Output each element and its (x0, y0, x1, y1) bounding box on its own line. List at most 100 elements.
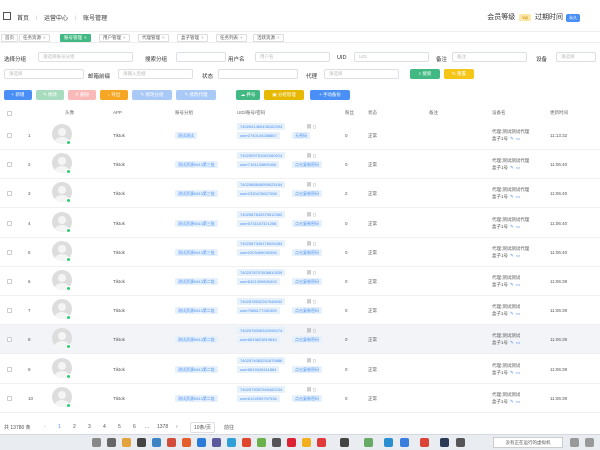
row-checkbox[interactable] (7, 366, 12, 372)
page-ellipsis[interactable]: ... (145, 424, 149, 430)
group-select[interactable]: 请选择账号分组 (38, 52, 133, 62)
app-icon[interactable] (257, 438, 266, 447)
row-checkbox[interactable] (7, 220, 12, 226)
row-checkbox[interactable] (7, 133, 12, 138)
reset-button[interactable]: ↻ 重置 (444, 69, 474, 79)
terminal-icon[interactable] (137, 438, 146, 447)
app-icon[interactable] (302, 438, 311, 447)
phone-icon[interactable]: ▯ (313, 153, 315, 159)
screen-icon[interactable]: ▭ (516, 253, 520, 258)
account-tag[interactable]: user6124959757936 (237, 394, 280, 402)
uid-tag[interactable]: 7402574083251875886 (237, 356, 286, 364)
backup-button[interactable]: + 手动备份 (310, 90, 350, 100)
tab-account-mgmt[interactable]: 账号管理 × (60, 34, 91, 42)
link-icon[interactable]: ⛓ (306, 387, 312, 393)
copy-password-tag[interactable]: 点击复制密码 (292, 394, 322, 402)
copy-password-tag[interactable]: 点击复制密码 (292, 307, 322, 315)
screen-icon[interactable]: ▭ (516, 194, 520, 199)
phone-icon[interactable]: ▯ (313, 124, 315, 130)
chrome-icon[interactable] (420, 438, 429, 447)
uid-tag[interactable]: 7402587843379512362 (237, 210, 286, 218)
group-manage-button[interactable]: ▣ 分组管理 (264, 90, 304, 100)
close-icon[interactable]: × (162, 35, 165, 40)
row-checkbox[interactable] (7, 308, 12, 314)
account-tag[interactable]: user7161135895406 (237, 161, 280, 169)
file-explorer-icon[interactable] (122, 438, 131, 447)
copy-password-tag[interactable]: 无密码 (292, 132, 310, 139)
uid-tag[interactable]: 7402578532267546542 (237, 298, 286, 306)
change-proxy-button[interactable]: ✎ 修改代理 (176, 90, 216, 100)
app-icon[interactable] (272, 438, 281, 447)
screen-icon[interactable]: ▭ (516, 282, 520, 287)
change-group-button[interactable]: ✎ 修改分组 (132, 90, 172, 100)
close-icon[interactable]: × (201, 35, 204, 40)
app-icon[interactable] (585, 438, 594, 447)
table-row[interactable]: 8 Tiktok 测试资源0813第二批 7402578006332098474 ⛓ ▯ u… (0, 325, 600, 355)
account-tag[interactable]: user7586177281559 (237, 307, 280, 315)
search-group-input[interactable] (176, 52, 226, 62)
tab-active-resources[interactable]: 活跃资源 × (253, 34, 284, 42)
row-checkbox[interactable] (7, 395, 12, 401)
vscode-icon[interactable] (197, 438, 206, 447)
phone-icon[interactable]: ▯ (313, 328, 315, 334)
mailbox-input[interactable]: 请输入后缀 (118, 69, 193, 79)
screen-icon[interactable]: ▭ (516, 311, 520, 316)
select-all-checkbox[interactable] (7, 111, 12, 116)
account-tag[interactable]: user6321399849493 (237, 278, 280, 285)
uid-tag[interactable]: 7402573057949482234 (237, 385, 286, 393)
search-button[interactable]: ⌕ 搜索 (410, 69, 440, 79)
account-tag[interactable]: user5819349411864 (237, 365, 280, 373)
row-checkbox[interactable] (7, 191, 12, 197)
edit-icon[interactable]: ✎ (510, 253, 514, 258)
phone-icon[interactable]: ▯ (313, 387, 315, 393)
edit-icon[interactable]: ✎ (510, 370, 514, 375)
account-tag[interactable]: user2303469030356 (237, 248, 280, 256)
close-icon[interactable]: × (43, 35, 46, 40)
export-button[interactable]: ↓ 导出 (100, 90, 128, 100)
account-tag[interactable]: user2330478627058 (237, 190, 280, 198)
link-icon[interactable]: ⛓ (306, 358, 312, 364)
page-4[interactable]: 4 (103, 424, 106, 430)
table-row[interactable]: 2 Tiktok 测试资源0813第三批 7402599751061060014 ⛓ ▯ u… (0, 150, 600, 180)
link-icon[interactable]: ⛓ (306, 153, 312, 159)
close-icon[interactable]: × (84, 35, 87, 40)
link-icon[interactable]: ⛓ (306, 124, 312, 130)
edit-icon[interactable]: ✎ (510, 165, 514, 170)
tab-user-mgmt[interactable]: 用户管理 × (99, 34, 130, 42)
app-icon[interactable] (242, 438, 251, 447)
app-icon[interactable] (400, 438, 409, 447)
tab-proxy-mgmt[interactable]: 代理管理 × (138, 34, 169, 42)
app-icon[interactable] (212, 438, 221, 447)
account-tag[interactable]: user5731187321258 (237, 219, 280, 227)
screen-icon[interactable]: ▭ (516, 399, 520, 404)
task-view-icon[interactable] (107, 438, 116, 447)
screen-icon[interactable]: ▭ (516, 165, 520, 170)
link-icon[interactable]: ⛓ (306, 270, 312, 276)
uid-tag[interactable]: 7402641460438162094 (237, 123, 286, 130)
uid-tag[interactable]: 7402588848959025184 (237, 181, 286, 189)
link-icon[interactable]: ⛓ (306, 328, 312, 334)
table-row[interactable]: 9 Tiktok 测试资源0813第二批 7402574083251875886 ⛓ ▯ u… (0, 355, 600, 384)
uid-tag[interactable]: 7402599751061060014 (237, 152, 286, 160)
breadcrumb-home[interactable]: 首页 (17, 16, 29, 22)
search-icon[interactable] (92, 438, 101, 447)
screen-icon[interactable]: ▭ (516, 370, 520, 375)
table-row[interactable]: 5 Tiktok 测试资源0813第三批 7402587345176026284 ⛓ ▯ u… (0, 238, 600, 267)
next-page-icon[interactable]: › (176, 424, 178, 430)
second-select[interactable]: 请选择 (4, 69, 84, 79)
uid-tag[interactable]: 7402578707608810539 (237, 269, 286, 276)
page-5[interactable]: 5 (118, 424, 121, 430)
app-icon[interactable] (384, 438, 393, 447)
remark-input[interactable]: 备注 (452, 52, 527, 62)
app-icon[interactable] (364, 438, 373, 447)
copy-password-tag[interactable]: 点击复制密码 (292, 278, 322, 285)
copy-password-tag[interactable]: 点击复制密码 (292, 190, 322, 198)
screen-icon[interactable]: ▭ (516, 224, 520, 229)
app-icon[interactable] (570, 438, 579, 447)
firefox-icon[interactable] (182, 438, 191, 447)
menu-toggle-icon[interactable] (3, 12, 11, 20)
page-6[interactable]: 6 (133, 424, 136, 430)
edit-icon[interactable]: ✎ (510, 340, 514, 345)
app-icon[interactable] (152, 438, 161, 447)
table-row[interactable]: 3 Tiktok 测试资源0813第三批 7402588848959025184 ⛓ ▯ u… (0, 179, 600, 209)
